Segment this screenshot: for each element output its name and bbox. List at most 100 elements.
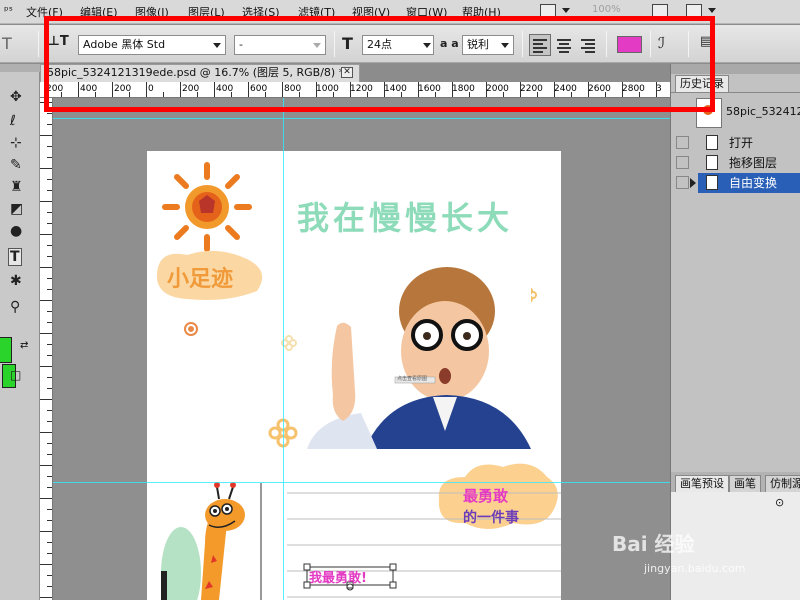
shape-tool[interactable]: ✱	[0, 270, 36, 292]
ruler-tick	[40, 135, 52, 136]
boy-photo	[299, 259, 531, 449]
zoom-icon: ⚲	[10, 299, 21, 315]
ruler-tick	[47, 520, 52, 521]
foreground-color-swatch[interactable]	[0, 337, 12, 363]
ruler-tick	[47, 377, 52, 378]
ruler-tick	[40, 399, 52, 400]
toolbox-grip[interactable]	[0, 64, 40, 72]
blur-tool[interactable]: ●	[0, 220, 36, 242]
ruler-tick	[47, 476, 52, 477]
cloud-text-line2[interactable]: 的一件事	[463, 507, 519, 527]
ruler-tick	[47, 553, 52, 554]
ruler-tick	[40, 465, 52, 466]
ruler-tick	[47, 575, 52, 576]
lasso-tool[interactable]: ℓ	[0, 110, 36, 132]
ruler-tick	[47, 124, 52, 125]
swap-colors-icon[interactable]: ⇄	[20, 340, 28, 351]
brush-options-icon[interactable]: ⊙	[775, 496, 784, 509]
healing-tool[interactable]: ✎	[0, 154, 36, 176]
history-state-icon	[706, 155, 718, 170]
ruler-tick	[47, 190, 52, 191]
ruler-tick	[47, 355, 52, 356]
quick-mask-icon: ◫	[10, 368, 22, 382]
crop-tool[interactable]: ⊹	[0, 132, 36, 154]
zoom-level[interactable]: 100%	[592, 4, 621, 15]
ruler-tick	[40, 333, 52, 334]
healing-brush-icon: ✎	[10, 157, 22, 173]
quick-mask-tool[interactable]: ◫	[0, 364, 36, 386]
shape-icon: ✱	[10, 273, 22, 289]
ruler-tick	[40, 432, 52, 433]
sun-illustration	[162, 162, 252, 252]
annotation-highlight	[44, 16, 715, 112]
ruler-tick	[47, 223, 52, 224]
photo-caption: 点击查看原图	[397, 376, 428, 382]
ruler-tick	[40, 597, 52, 598]
history-item[interactable]: 打开	[670, 133, 800, 153]
clone-tool[interactable]: ♜	[0, 176, 36, 198]
ruler-tick	[47, 542, 52, 543]
history-state-icon	[706, 135, 718, 150]
clone-stamp-icon: ♜	[10, 179, 23, 195]
vertical-ruler[interactable]	[40, 98, 53, 600]
guide-line-vertical[interactable]	[283, 98, 284, 600]
ruler-tick	[40, 498, 52, 499]
ruler-tick	[40, 201, 52, 202]
history-checkbox[interactable]	[676, 136, 689, 149]
zoom-tool[interactable]: ⚲	[0, 296, 36, 318]
ruler-tick	[47, 509, 52, 510]
history-checkbox[interactable]	[676, 156, 689, 169]
history-state-marker-icon	[690, 178, 696, 188]
type-icon: T	[8, 248, 22, 266]
separator	[38, 31, 39, 57]
cloud-text-line1[interactable]: 最勇敢	[463, 485, 508, 506]
edited-text-layer[interactable]: 我最勇敢!	[309, 567, 367, 586]
page-title-text[interactable]: 我在慢慢长大	[297, 193, 513, 239]
history-item-selected[interactable]: 自由变换	[698, 173, 800, 193]
ruler-tick	[40, 234, 52, 235]
ruler-tick	[40, 366, 52, 367]
guide-line-horizontal[interactable]	[53, 482, 670, 483]
ruler-tick	[47, 113, 52, 114]
tool-preset-icon[interactable]: T	[2, 34, 12, 53]
badge-text[interactable]: 小足迹	[167, 261, 233, 293]
ruler-tick	[47, 278, 52, 279]
ruler-tick	[40, 300, 52, 301]
ruler-tick	[47, 322, 52, 323]
canvas-page[interactable]: 我在慢慢长大 小足迹 最勇敢 的一件事 我最勇敢! 点击查看原图	[147, 151, 561, 600]
chevron-down-icon[interactable]	[562, 8, 570, 13]
ruler-tick	[47, 245, 52, 246]
chevron-down-icon[interactable]	[708, 8, 716, 13]
watermark-brand: Bai 经验	[612, 532, 695, 556]
ruler-tick	[47, 586, 52, 587]
giraffe-illustration	[161, 482, 245, 600]
move-tool[interactable]: ✥	[0, 86, 36, 108]
move-icon: ✥	[10, 89, 22, 105]
app-logo[interactable]: ᵖˢ	[4, 4, 13, 17]
ruler-tick	[40, 168, 52, 169]
ruler-tick	[47, 421, 52, 422]
ruler-tick	[47, 212, 52, 213]
history-item[interactable]: 拖移图层	[670, 153, 800, 173]
ruler-tick	[47, 388, 52, 389]
tab-brush-presets[interactable]: 画笔预设	[675, 475, 729, 492]
eraser-icon: ◩	[10, 201, 24, 217]
ruler-tick	[47, 256, 52, 257]
ruler-tick	[40, 267, 52, 268]
tab-clone-source[interactable]: 仿制源	[765, 475, 800, 492]
crop-icon: ⊹	[10, 135, 22, 151]
eraser-tool[interactable]: ◩	[0, 198, 36, 220]
history-checkbox[interactable]	[676, 176, 689, 189]
type-tool[interactable]: T	[0, 246, 36, 268]
toolbox: ✥ ℓ ⊹ ✎ ♜ ◩ ● T ✱ ⚲ ⇄ ◫	[0, 64, 40, 600]
blur-icon: ●	[10, 223, 23, 239]
ruler-tick	[40, 564, 52, 565]
ruler-tick	[47, 410, 52, 411]
brush-panel-header: 画笔预设 画笔 仿制源	[671, 472, 800, 492]
ruler-tick	[47, 443, 52, 444]
guide-line-horizontal[interactable]	[53, 118, 670, 119]
ruler-tick	[47, 311, 52, 312]
lasso-icon: ℓ	[10, 113, 16, 129]
ruler-tick	[47, 289, 52, 290]
tab-brush[interactable]: 画笔	[729, 475, 761, 492]
